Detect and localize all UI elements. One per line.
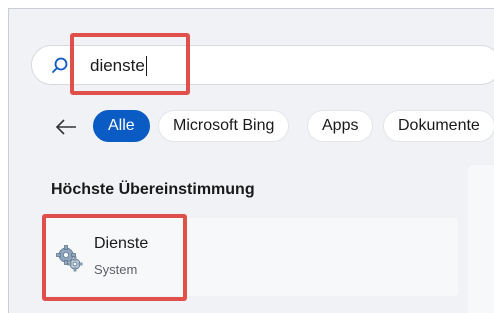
filter-tab-documents[interactable]: Dokumente	[383, 110, 494, 142]
filter-tab-microsoft-bing[interactable]: Microsoft Bing	[158, 110, 290, 142]
search-icon	[52, 57, 68, 73]
best-match-heading: Höchste Übereinstimmung	[51, 181, 255, 198]
detail-pane	[468, 165, 494, 313]
result-highlight-frame	[42, 214, 187, 301]
filter-tab-apps[interactable]: Apps	[307, 110, 374, 142]
filter-tab-all[interactable]: Alle	[93, 110, 150, 142]
search-highlight-frame	[70, 33, 190, 95]
back-arrow-icon[interactable]	[55, 118, 77, 136]
